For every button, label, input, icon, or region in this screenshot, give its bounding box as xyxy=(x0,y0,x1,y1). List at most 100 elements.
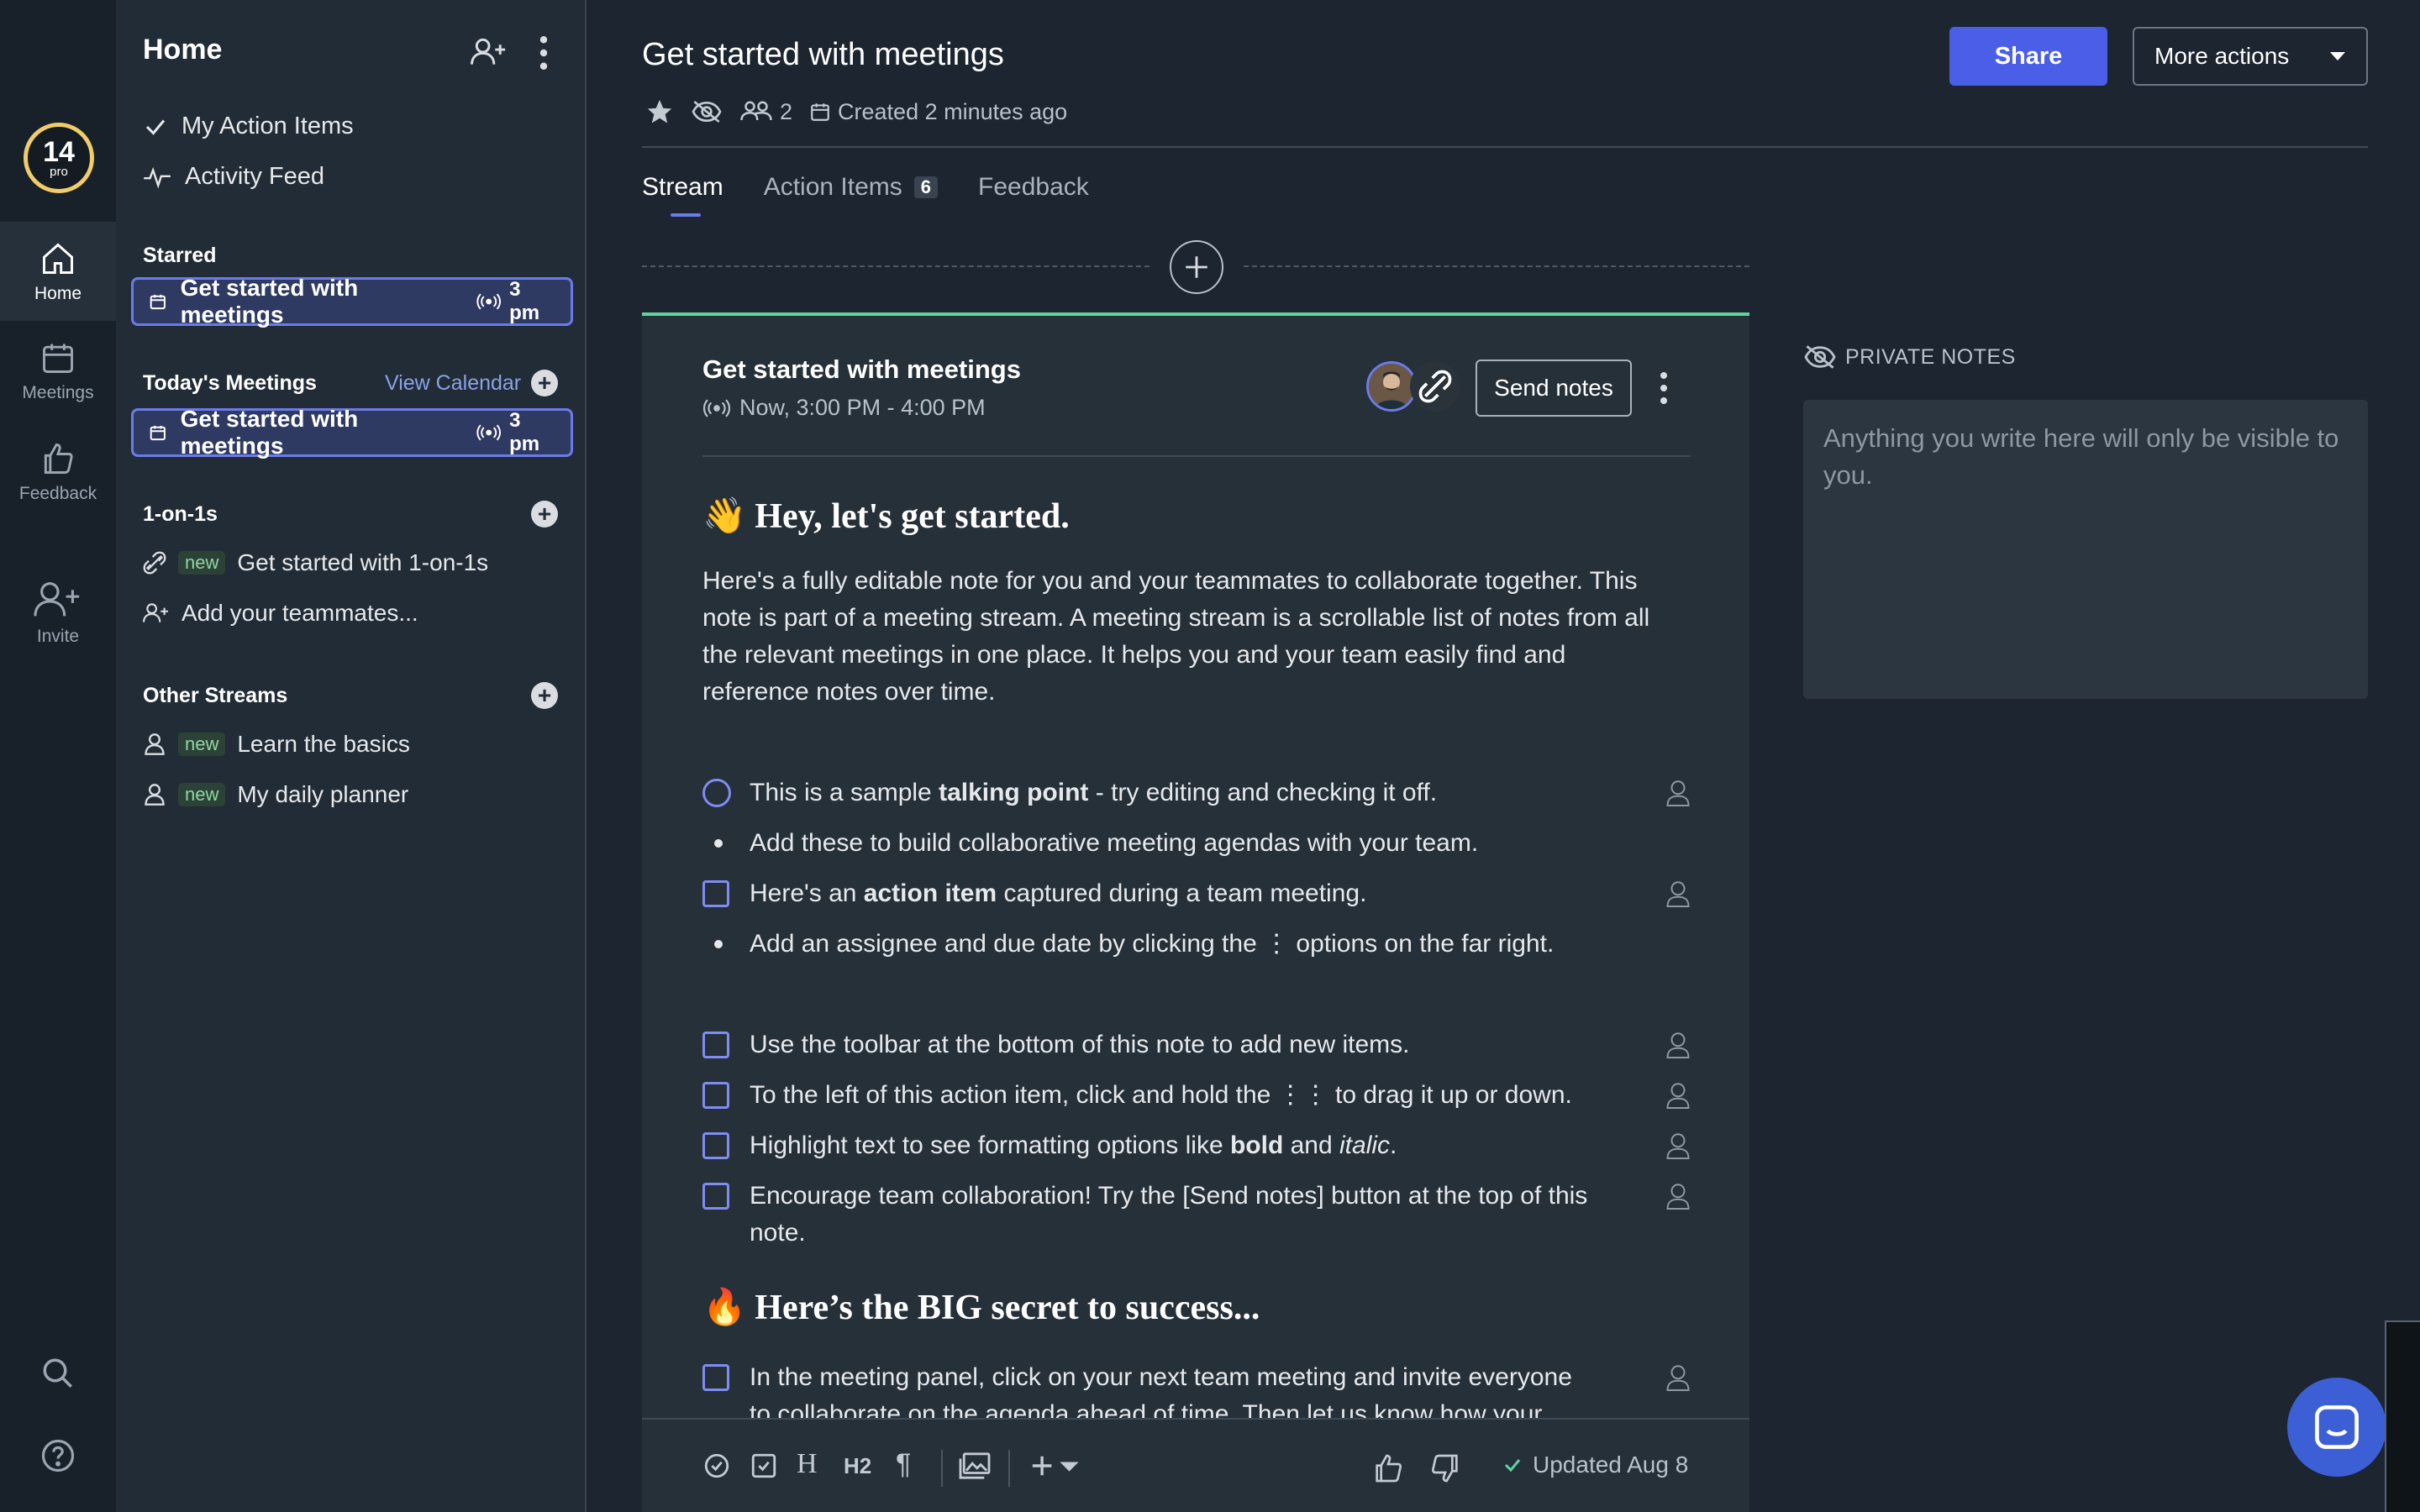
assign-button[interactable] xyxy=(1665,1359,1691,1396)
add-user-icon xyxy=(143,603,168,622)
invite-teammate-button[interactable] xyxy=(471,37,508,67)
help-button[interactable] xyxy=(40,1438,76,1473)
tab-action-items[interactable]: Action Items 6 xyxy=(764,173,939,202)
assign-button[interactable] xyxy=(1665,1178,1691,1215)
action-item-checkbox[interactable] xyxy=(702,1132,729,1159)
action-item-checkbox[interactable] xyxy=(702,1032,729,1058)
intro-paragraph[interactable]: Here's a fully editable note for you and… xyxy=(702,563,1677,711)
sidebar-item-daily-planner[interactable]: new My daily planner xyxy=(143,781,408,808)
heading-2-button[interactable]: H2 xyxy=(844,1453,871,1479)
check-icon xyxy=(145,119,166,135)
sidebar-item-get-started-1on1s[interactable]: new Get started with 1-on-1s xyxy=(143,549,488,576)
talking-point[interactable]: This is a sample talking point - try edi… xyxy=(702,774,1691,811)
bullet-item[interactable]: Add these to build collaborative meeting… xyxy=(702,825,1691,862)
search-button[interactable] xyxy=(40,1356,76,1391)
daily-planner-label: My daily planner xyxy=(237,781,409,807)
insert-more-button[interactable] xyxy=(1030,1452,1082,1480)
attendees[interactable]: 2 xyxy=(739,99,792,125)
sidebar-menu-button[interactable] xyxy=(538,35,550,71)
images-icon xyxy=(959,1452,991,1479)
eye-off-icon xyxy=(692,100,722,123)
star-icon xyxy=(647,99,672,123)
view-calendar-link[interactable]: View Calendar xyxy=(385,371,521,396)
new-tag: new xyxy=(178,783,226,806)
todays-meeting-time-text: 3 pm xyxy=(509,409,540,455)
action-item[interactable]: Here's an action item captured during a … xyxy=(702,875,1691,912)
todays-meetings-heading: Today's Meetings xyxy=(143,371,317,395)
star-button[interactable] xyxy=(645,97,674,126)
visibility-button[interactable] xyxy=(691,98,723,125)
rail-invite[interactable]: Invite xyxy=(0,580,116,647)
paragraph-button[interactable]: ¶ xyxy=(896,1448,911,1481)
sidebar-my-action-items[interactable]: My Action Items xyxy=(143,113,354,140)
bullet-dot xyxy=(714,940,723,948)
badge-number: 14 xyxy=(43,136,75,168)
sidebar-item-learn-basics[interactable]: new Learn the basics xyxy=(143,731,410,758)
pulse-icon xyxy=(144,166,171,189)
talking-point-toggle[interactable] xyxy=(702,779,731,807)
sidebar-activity-feed[interactable]: Activity Feed xyxy=(143,163,324,191)
more-actions-button[interactable]: More actions xyxy=(2133,27,2368,86)
sidebar-item-add-teammates[interactable]: Add your teammates... xyxy=(143,600,418,627)
assign-button[interactable] xyxy=(1665,774,1691,811)
rail-feedback[interactable]: Feedback xyxy=(0,440,116,504)
home-icon xyxy=(43,243,73,274)
rail-invite-label: Invite xyxy=(36,627,80,646)
toolbar-separator xyxy=(1008,1450,1010,1487)
note-divider xyxy=(702,455,1691,457)
header-divider xyxy=(642,146,2368,148)
item-text: Encourage team collaboration! Try the [S… xyxy=(750,1182,1588,1247)
add-user-icon xyxy=(471,38,506,65)
action-item[interactable]: To the left of this action item, click a… xyxy=(702,1077,1691,1114)
live-icon xyxy=(703,398,730,417)
heading-1-button[interactable]: H xyxy=(797,1448,818,1480)
badge-sub: pro xyxy=(50,165,68,179)
bullet-item[interactable]: Add an assignee and due date by clicking… xyxy=(702,926,1691,963)
todays-meeting-item[interactable]: Get started with meetings 3 pm xyxy=(131,406,573,459)
share-button[interactable]: Share xyxy=(1949,27,2107,86)
action-item[interactable]: Use the toolbar at the bottom of this no… xyxy=(702,1026,1691,1063)
item-text: Here's an action item captured during a … xyxy=(750,879,1367,907)
assign-button[interactable] xyxy=(1665,1127,1691,1164)
assign-button[interactable] xyxy=(1665,1026,1691,1063)
thumbs-down-icon xyxy=(1432,1454,1458,1483)
rail-meetings-label: Meetings xyxy=(22,383,94,402)
private-notes-label: PRIVATE NOTES xyxy=(1803,343,2016,371)
action-item-checkbox[interactable] xyxy=(702,1364,729,1391)
insert-image-button[interactable] xyxy=(958,1452,992,1480)
window-thumbnail[interactable] xyxy=(2385,1320,2420,1512)
updated-text: Updated Aug 8 xyxy=(1533,1452,1689,1478)
chat-launcher-button[interactable] xyxy=(2287,1378,2386,1477)
action-item-checkbox[interactable] xyxy=(702,880,729,907)
add-meeting-button[interactable]: + xyxy=(531,370,558,396)
action-item-checkbox[interactable] xyxy=(702,1082,729,1109)
tab-feedback[interactable]: Feedback xyxy=(978,173,1089,202)
user-icon xyxy=(1666,1365,1690,1391)
live-icon xyxy=(476,424,501,441)
link-broken-icon xyxy=(143,551,166,575)
rail-meetings[interactable]: Meetings xyxy=(0,339,116,403)
starred-item-time: 3 pm xyxy=(476,278,555,325)
action-item[interactable]: Encourage team collaboration! Try the [S… xyxy=(702,1178,1691,1252)
thumbs-down-button[interactable] xyxy=(1428,1452,1462,1485)
thumbs-up-button[interactable] xyxy=(1371,1452,1405,1485)
item-text: Add these to build collaborative meeting… xyxy=(750,829,1479,857)
tab-stream[interactable]: Stream xyxy=(642,173,723,217)
note-participants[interactable] xyxy=(1366,361,1460,412)
note-menu-button[interactable] xyxy=(1659,371,1669,405)
add-note-button[interactable] xyxy=(1170,240,1223,294)
add-action-item-button[interactable] xyxy=(750,1452,778,1480)
action-item-checkbox[interactable] xyxy=(702,1183,729,1210)
action-item[interactable]: Highlight text to see formatting options… xyxy=(702,1127,1691,1164)
pro-badge[interactable]: 14 pro xyxy=(24,123,94,193)
assign-button[interactable] xyxy=(1665,1077,1691,1114)
private-notes-input[interactable]: Anything you write here will only be vis… xyxy=(1803,400,2368,699)
rail-home[interactable]: Home xyxy=(0,222,116,321)
assign-button[interactable] xyxy=(1665,875,1691,912)
add-stream-button[interactable]: + xyxy=(531,682,558,709)
add-talking-point-button[interactable] xyxy=(702,1452,731,1480)
more-actions-label: More actions xyxy=(2154,43,2290,69)
starred-item[interactable]: Get started with meetings 3 pm xyxy=(131,275,573,328)
send-notes-button[interactable]: Send notes xyxy=(1476,360,1632,417)
add-one-on-one-button[interactable]: + xyxy=(531,501,558,528)
